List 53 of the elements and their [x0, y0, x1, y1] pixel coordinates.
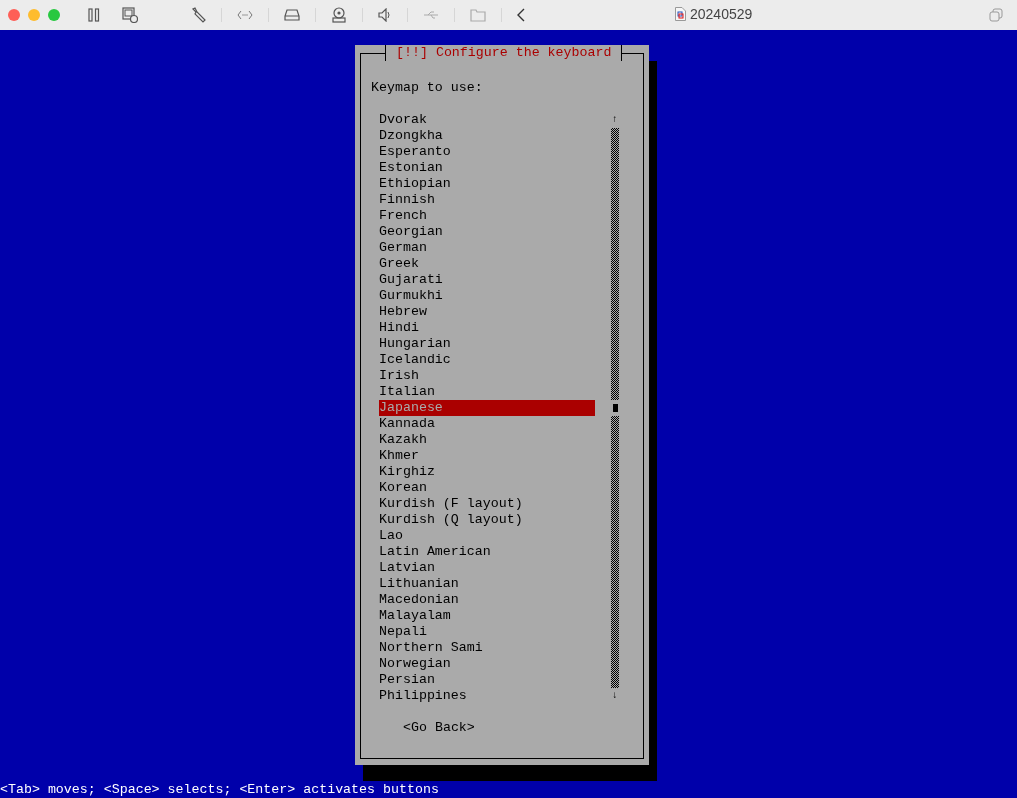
keymap-item[interactable]: Estonian: [379, 160, 595, 176]
keymap-item[interactable]: Kirghiz: [379, 464, 595, 480]
keymap-item[interactable]: Lithuanian: [379, 576, 595, 592]
keymap-item[interactable]: Kurdish (Q layout): [379, 512, 595, 528]
keymap-item[interactable]: Northern Sami: [379, 640, 595, 656]
close-button[interactable]: [8, 9, 20, 21]
keymap-item[interactable]: Esperanto: [379, 144, 595, 160]
keymap-item[interactable]: Philippines: [379, 688, 595, 704]
keymap-item[interactable]: French: [379, 208, 595, 224]
scroll-down-arrow[interactable]: ↓: [612, 688, 618, 704]
keymap-item[interactable]: Malayalam: [379, 608, 595, 624]
keymap-item[interactable]: Khmer: [379, 448, 595, 464]
keymap-item[interactable]: Finnish: [379, 192, 595, 208]
window-title: 20240529: [690, 6, 753, 22]
keymap-item[interactable]: German: [379, 240, 595, 256]
snapshot-icon[interactable]: [122, 7, 138, 23]
network-arrows-icon[interactable]: [237, 10, 253, 20]
keymap-item[interactable]: Hindi: [379, 320, 595, 336]
keymap-item[interactable]: Georgian: [379, 224, 595, 240]
keymap-item[interactable]: Norwegian: [379, 656, 595, 672]
chevron-left-icon[interactable]: [517, 8, 525, 22]
status-line: <Tab> moves; <Space> selects; <Enter> activates buttons: [0, 782, 440, 798]
go-back-button[interactable]: <Go Back>: [403, 720, 475, 735]
keymap-item[interactable]: Kannada: [379, 416, 595, 432]
pause-icon[interactable]: [88, 8, 100, 22]
keymap-item[interactable]: Italian: [379, 384, 595, 400]
drive-icon[interactable]: [284, 8, 300, 22]
dialog-title: [!!] Configure the keyboard: [385, 45, 623, 61]
keymap-item[interactable]: Kazakh: [379, 432, 595, 448]
scrollbar-track[interactable]: [611, 128, 619, 688]
keymap-item[interactable]: Latin American: [379, 544, 595, 560]
keymap-item[interactable]: Ethiopian: [379, 176, 595, 192]
camera-icon[interactable]: [331, 7, 347, 23]
keymap-item[interactable]: Macedonian: [379, 592, 595, 608]
keymap-item[interactable]: Gurmukhi: [379, 288, 595, 304]
speaker-icon[interactable]: [378, 8, 392, 22]
keymap-item[interactable]: Nepali: [379, 624, 595, 640]
prompt-label: Keymap to use:: [371, 80, 484, 96]
keymap-item[interactable]: Kurdish (F layout): [379, 496, 595, 512]
keymap-item[interactable]: Dvorak: [379, 112, 595, 128]
keymap-item[interactable]: Dzongkha: [379, 128, 595, 144]
keymap-item[interactable]: Hebrew: [379, 304, 595, 320]
keymap-item[interactable]: Gujarati: [379, 272, 595, 288]
keymap-item[interactable]: Hungarian: [379, 336, 595, 352]
keymap-item[interactable]: Korean: [379, 480, 595, 496]
keymap-item[interactable]: Greek: [379, 256, 595, 272]
keymap-item[interactable]: Lao: [379, 528, 595, 544]
keymap-item[interactable]: Persian: [379, 672, 595, 688]
document-icon: [675, 7, 686, 21]
keymap-item[interactable]: Icelandic: [379, 352, 595, 368]
scroll-up-arrow[interactable]: ↑: [612, 112, 618, 128]
keymap-item[interactable]: Irish: [379, 368, 595, 384]
keymap-item[interactable]: Latvian: [379, 560, 595, 576]
